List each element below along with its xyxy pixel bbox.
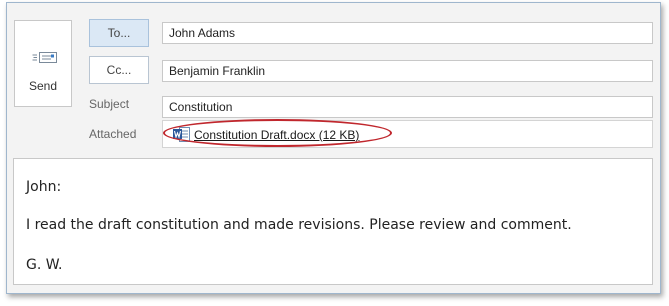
subject-label: Subject (89, 97, 130, 111)
send-icon (32, 52, 57, 63)
attached-label: Attached (89, 127, 137, 141)
send-label: Send (28, 79, 58, 93)
message-body[interactable]: John: I read the draft constitution and … (13, 158, 653, 285)
attachment-link[interactable]: Constitution Draft.docx (12 KB) (194, 128, 359, 142)
compose-window: Send To... John Adams Cc... Benjamin Fra… (6, 2, 661, 294)
attachment-bar: Constitution Draft.docx (12 KB) (162, 119, 653, 148)
send-button[interactable]: Send (14, 20, 72, 107)
cc-button[interactable]: Cc... (89, 56, 149, 84)
word-document-icon (173, 127, 190, 142)
to-field[interactable]: John Adams (162, 22, 653, 44)
signature-text: G. W. (26, 257, 63, 273)
subject-field[interactable]: Constitution (162, 96, 653, 118)
cc-field[interactable]: Benjamin Franklin (162, 60, 653, 82)
to-button[interactable]: To... (89, 19, 149, 47)
greeting-text: John: (26, 179, 62, 195)
message-text: I read the draft constitution and made r… (26, 217, 572, 233)
